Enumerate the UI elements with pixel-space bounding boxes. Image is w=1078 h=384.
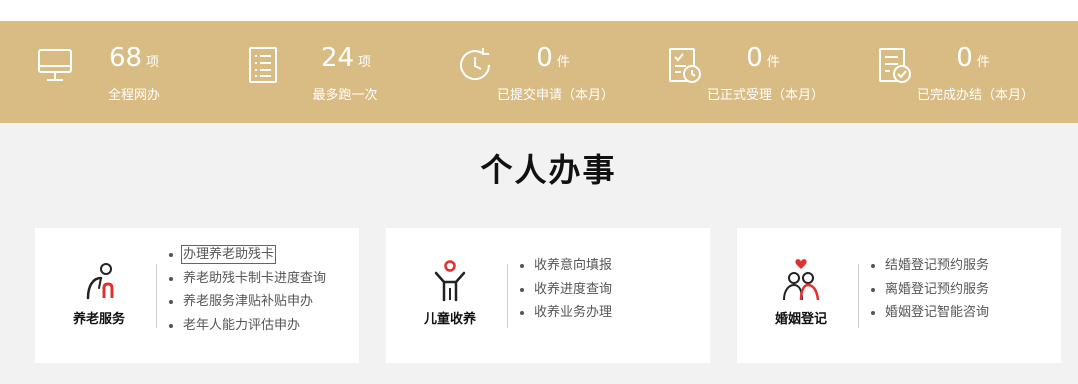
- service-list: 收养意向填报 收养进度查询 收养业务办理: [516, 254, 612, 325]
- service-link[interactable]: 离婚登记预约服务: [885, 282, 989, 297]
- card-marriage-registration: 婚姻登记 结婚登记预约服务 离婚登记预约服务 婚姻登记智能咨询: [737, 228, 1061, 363]
- service-list: 办理养老助残卡 养老助残卡制卡进度查询 养老服务津贴补贴申办 老年人能力评估申办: [165, 243, 326, 337]
- stat-unit: 件: [766, 55, 780, 70]
- stat-value: 0: [536, 43, 553, 73]
- category-adoption[interactable]: 儿童收养: [400, 258, 500, 327]
- card-child-adoption: 儿童收养 收养意向填报 收养进度查询 收养业务办理: [386, 228, 710, 363]
- category-elderly[interactable]: 养老服务: [49, 258, 149, 327]
- service-link[interactable]: 养老服务津贴补贴申办: [183, 294, 313, 309]
- clipboard-time-icon: [666, 45, 704, 85]
- stat-value: 0: [746, 43, 763, 73]
- list-item[interactable]: 结婚登记预约服务: [885, 254, 989, 278]
- card-elderly-services: 养老服务 办理养老助残卡 养老助残卡制卡进度查询 养老服务津贴补贴申办 老年人能…: [35, 228, 359, 363]
- monitor-icon: [36, 45, 74, 85]
- list-item[interactable]: 养老助残卡制卡进度查询: [183, 267, 326, 291]
- stats-bar: 68 项 全程网办 24 项 最多跑一次 0 件 已提交申请（本月） 0 件 已…: [0, 21, 1078, 123]
- service-link[interactable]: 养老助残卡制卡进度查询: [183, 271, 326, 286]
- list-item[interactable]: 老年人能力评估申办: [183, 314, 326, 338]
- category-label: 儿童收养: [423, 312, 476, 327]
- service-link[interactable]: 收养意向填报: [534, 258, 612, 273]
- list-item[interactable]: 收养意向填报: [534, 254, 612, 278]
- list-item[interactable]: 养老服务津贴补贴申办: [183, 290, 326, 314]
- service-link[interactable]: 老年人能力评估申办: [183, 318, 300, 333]
- list-item[interactable]: 婚姻登记智能咨询: [885, 301, 989, 325]
- stat-unit: 项: [358, 55, 372, 70]
- document-check-icon: [876, 45, 914, 85]
- list-item[interactable]: 收养业务办理: [534, 301, 612, 325]
- elderly-person-icon: [86, 263, 114, 300]
- stat-label: 已提交申请（本月）: [496, 88, 614, 103]
- section-title: 个人办事: [480, 151, 617, 189]
- service-link[interactable]: 收养进度查询: [534, 282, 612, 297]
- service-link[interactable]: 收养业务办理: [534, 305, 612, 320]
- stat-value: 68: [108, 43, 143, 73]
- stat-unit: 项: [146, 55, 160, 70]
- stat-label: 最多跑一次: [312, 88, 378, 103]
- stat-value: 24: [320, 43, 355, 73]
- top-strip: [0, 0, 1078, 21]
- category-marriage[interactable]: 婚姻登记: [751, 258, 851, 327]
- list-item[interactable]: 离婚登记预约服务: [885, 278, 989, 302]
- document-list-icon: [244, 45, 282, 85]
- stat-value: 0: [956, 43, 973, 73]
- stat-label: 已完成办结（本月）: [916, 88, 1034, 103]
- divider: [507, 264, 508, 328]
- category-label: 养老服务: [72, 312, 125, 327]
- history-clock-icon: [456, 45, 494, 85]
- child-icon: [434, 260, 466, 302]
- list-item[interactable]: 办理养老助残卡: [180, 243, 326, 267]
- divider: [858, 264, 859, 328]
- category-label: 婚姻登记: [774, 312, 827, 327]
- stat-unit: 件: [556, 55, 570, 70]
- service-list: 结婚登记预约服务 离婚登记预约服务 婚姻登记智能咨询: [867, 254, 989, 325]
- stat-label: 全程网办: [107, 88, 160, 103]
- service-link[interactable]: 结婚登记预约服务: [885, 258, 989, 273]
- couple-heart-icon: [783, 259, 820, 301]
- service-link[interactable]: 婚姻登记智能咨询: [885, 305, 989, 320]
- service-link-elderly-card[interactable]: 办理养老助残卡: [180, 245, 277, 264]
- stat-unit: 件: [976, 55, 990, 70]
- stat-label: 已正式受理（本月）: [706, 88, 824, 103]
- divider: [156, 264, 157, 328]
- list-item[interactable]: 收养进度查询: [534, 278, 612, 302]
